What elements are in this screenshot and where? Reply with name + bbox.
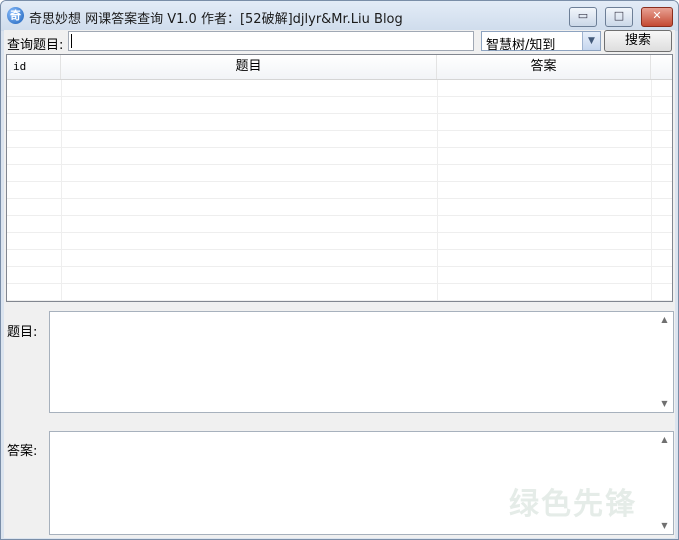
table-header: id 题目 答案 <box>7 55 672 80</box>
text-caret <box>71 34 72 48</box>
platform-select-value: 智慧树/知到 <box>486 38 556 53</box>
table-empty-rows <box>7 80 672 301</box>
watermark: 绿色先锋 <box>509 487 637 522</box>
app-icon: 奇 <box>7 7 24 24</box>
scroll-down-icon[interactable]: ▼ <box>656 396 673 412</box>
chevron-down-icon[interactable]: ▼ <box>582 32 600 50</box>
column-divider <box>61 80 62 301</box>
query-label: 查询题目: <box>7 38 64 53</box>
app-window: 奇 奇思妙想 网课答案查询 V1.0 作者：[52破解]djlyr&Mr.Liu… <box>0 0 679 540</box>
title-bar: 奇 奇思妙想 网课答案查询 V1.0 作者：[52破解]djlyr&Mr.Liu… <box>1 1 678 31</box>
column-divider <box>437 80 438 301</box>
maximize-button[interactable]: □ <box>605 7 633 27</box>
search-button[interactable]: 搜索 <box>604 30 672 52</box>
column-header-question[interactable]: 题目 <box>61 55 437 79</box>
client-area: 查询题目: 智慧树/知到 ▼ 搜索 id 题目 答案 题目: ▲ ▼ 答案: ▲… <box>4 30 675 538</box>
answer-label: 答案: <box>7 444 38 459</box>
platform-select[interactable]: 智慧树/知到 ▼ <box>481 31 601 53</box>
question-textarea[interactable]: ▲ ▼ <box>49 311 674 413</box>
scroll-up-icon[interactable]: ▲ <box>656 432 673 448</box>
search-input[interactable] <box>68 31 474 51</box>
column-header-answer[interactable]: 答案 <box>437 55 651 79</box>
question-scrollbar[interactable]: ▲ ▼ <box>656 312 673 412</box>
question-label: 题目: <box>7 325 38 340</box>
column-divider <box>651 80 652 301</box>
scroll-up-icon[interactable]: ▲ <box>656 312 673 328</box>
column-header-id[interactable]: id <box>7 55 61 79</box>
column-header-filler <box>651 55 672 79</box>
results-table[interactable]: id 题目 答案 <box>6 54 673 302</box>
window-title: 奇思妙想 网课答案查询 V1.0 作者：[52破解]djlyr&Mr.Liu B… <box>29 12 403 27</box>
close-button[interactable]: ✕ <box>641 7 673 27</box>
minimize-button[interactable]: ▭ <box>569 7 597 27</box>
